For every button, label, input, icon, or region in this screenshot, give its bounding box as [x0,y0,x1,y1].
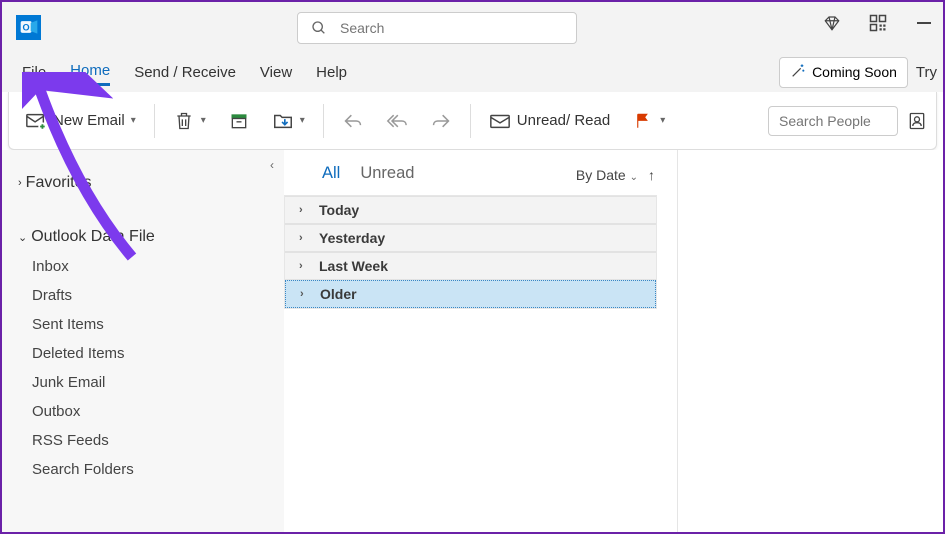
menu-bar: File Home Send / Receive View Help Comin… [2,52,943,92]
flag-button[interactable]: ▾ [624,104,673,138]
navigation-sidebar: ‹ › Favorites ⌄ Outlook Data File Inbox … [2,150,284,532]
global-search-box[interactable] [297,12,577,44]
menu-right-controls: Coming Soon Try [779,57,937,88]
message-list-panel: All Unread By Date ⌄ ↑ › Today › Yesterd… [284,150,678,532]
group-label: Today [319,202,359,218]
sort-direction-button[interactable]: ↑ [648,167,655,183]
title-bar: O [2,2,943,52]
separator [470,104,471,138]
ribbon-end [758,106,928,136]
flag-icon [632,110,654,132]
sort-by-date-button[interactable]: By Date ⌄ [576,167,638,183]
chevron-right-icon: › [299,204,311,216]
data-file-label: Outlook Data File [31,228,155,246]
search-icon [308,17,330,39]
filter-unread-tab[interactable]: Unread [360,164,414,185]
new-email-icon [25,110,47,132]
reading-pane [678,150,943,532]
global-search-input[interactable] [340,20,566,36]
list-sort-controls: By Date ⌄ ↑ [576,167,655,183]
chevron-down-icon: ⌄ [630,172,638,183]
message-groups: › Today › Yesterday › Last Week › Older [284,195,657,309]
tab-send-receive[interactable]: Send / Receive [134,60,236,85]
folder-rss-feeds[interactable]: RSS Feeds [2,426,284,455]
forward-button[interactable] [422,104,460,138]
try-button[interactable]: Try [916,64,937,81]
outlook-logo-icon: O [16,15,41,40]
reply-icon [342,110,364,132]
envelope-icon [489,110,511,132]
coming-soon-label: Coming Soon [812,64,897,80]
data-file-section[interactable]: ⌄ Outlook Data File [2,222,284,252]
reply-all-button[interactable] [378,104,416,138]
delete-button[interactable]: ▾ [165,104,214,138]
chevron-down-icon: ▾ [131,115,136,126]
move-folder-icon [272,110,294,132]
separator [154,104,155,138]
separator [323,104,324,138]
chevron-right-icon: › [300,288,312,300]
svg-text:O: O [22,22,29,32]
chevron-right-icon: › [299,260,311,272]
main-area: ‹ › Favorites ⌄ Outlook Data File Inbox … [2,150,943,532]
unread-read-label: Unread/ Read [517,112,610,129]
archive-button[interactable] [220,104,258,138]
qr-icon[interactable] [869,14,887,32]
tab-help[interactable]: Help [316,60,347,85]
tab-home[interactable]: Home [70,58,110,86]
trash-icon [173,110,195,132]
chevron-down-icon: ▾ [660,115,665,126]
folder-search-folders[interactable]: Search Folders [2,455,284,484]
new-email-button[interactable]: New Email ▾ [17,104,144,138]
folder-drafts[interactable]: Drafts [2,281,284,310]
list-header: All Unread By Date ⌄ ↑ [284,150,677,195]
titlebar-right [823,14,933,32]
tab-file[interactable]: File [22,60,46,85]
chevron-down-icon: ▾ [201,115,206,126]
chevron-right-icon: › [299,232,311,244]
folder-sent-items[interactable]: Sent Items [2,310,284,339]
address-book-icon[interactable] [906,110,928,132]
group-label: Yesterday [319,230,385,246]
group-label: Older [320,286,357,302]
group-today[interactable]: › Today [285,196,656,224]
chevron-right-icon: › [18,177,22,189]
chevron-down-icon: ⌄ [18,231,27,244]
minimize-button[interactable] [915,14,933,32]
search-people-input[interactable] [768,106,898,136]
new-email-label: New Email [53,112,125,129]
favorites-section[interactable]: › Favorites [2,168,284,198]
folder-deleted-items[interactable]: Deleted Items [2,339,284,368]
folder-junk-email[interactable]: Junk Email [2,368,284,397]
chevron-down-icon: ▾ [300,115,305,126]
group-last-week[interactable]: › Last Week [285,252,656,280]
tab-view[interactable]: View [260,60,292,85]
coming-soon-button[interactable]: Coming Soon [779,57,908,88]
group-label: Last Week [319,258,388,274]
favorites-label: Favorites [26,174,92,192]
move-button[interactable]: ▾ [264,104,313,138]
wand-icon [790,63,806,82]
collapse-sidebar-icon[interactable]: ‹ [270,158,274,172]
folder-outbox[interactable]: Outbox [2,397,284,426]
unread-read-button[interactable]: Unread/ Read [481,104,618,138]
folder-inbox[interactable]: Inbox [2,252,284,281]
filter-all-tab[interactable]: All [322,164,340,185]
group-yesterday[interactable]: › Yesterday [285,224,656,252]
reply-all-icon [386,110,408,132]
group-older[interactable]: › Older [285,280,656,308]
premium-icon[interactable] [823,14,841,32]
forward-icon [430,110,452,132]
archive-icon [228,110,250,132]
reply-button[interactable] [334,104,372,138]
ribbon-toolbar: New Email ▾ ▾ ▾ [8,92,937,150]
